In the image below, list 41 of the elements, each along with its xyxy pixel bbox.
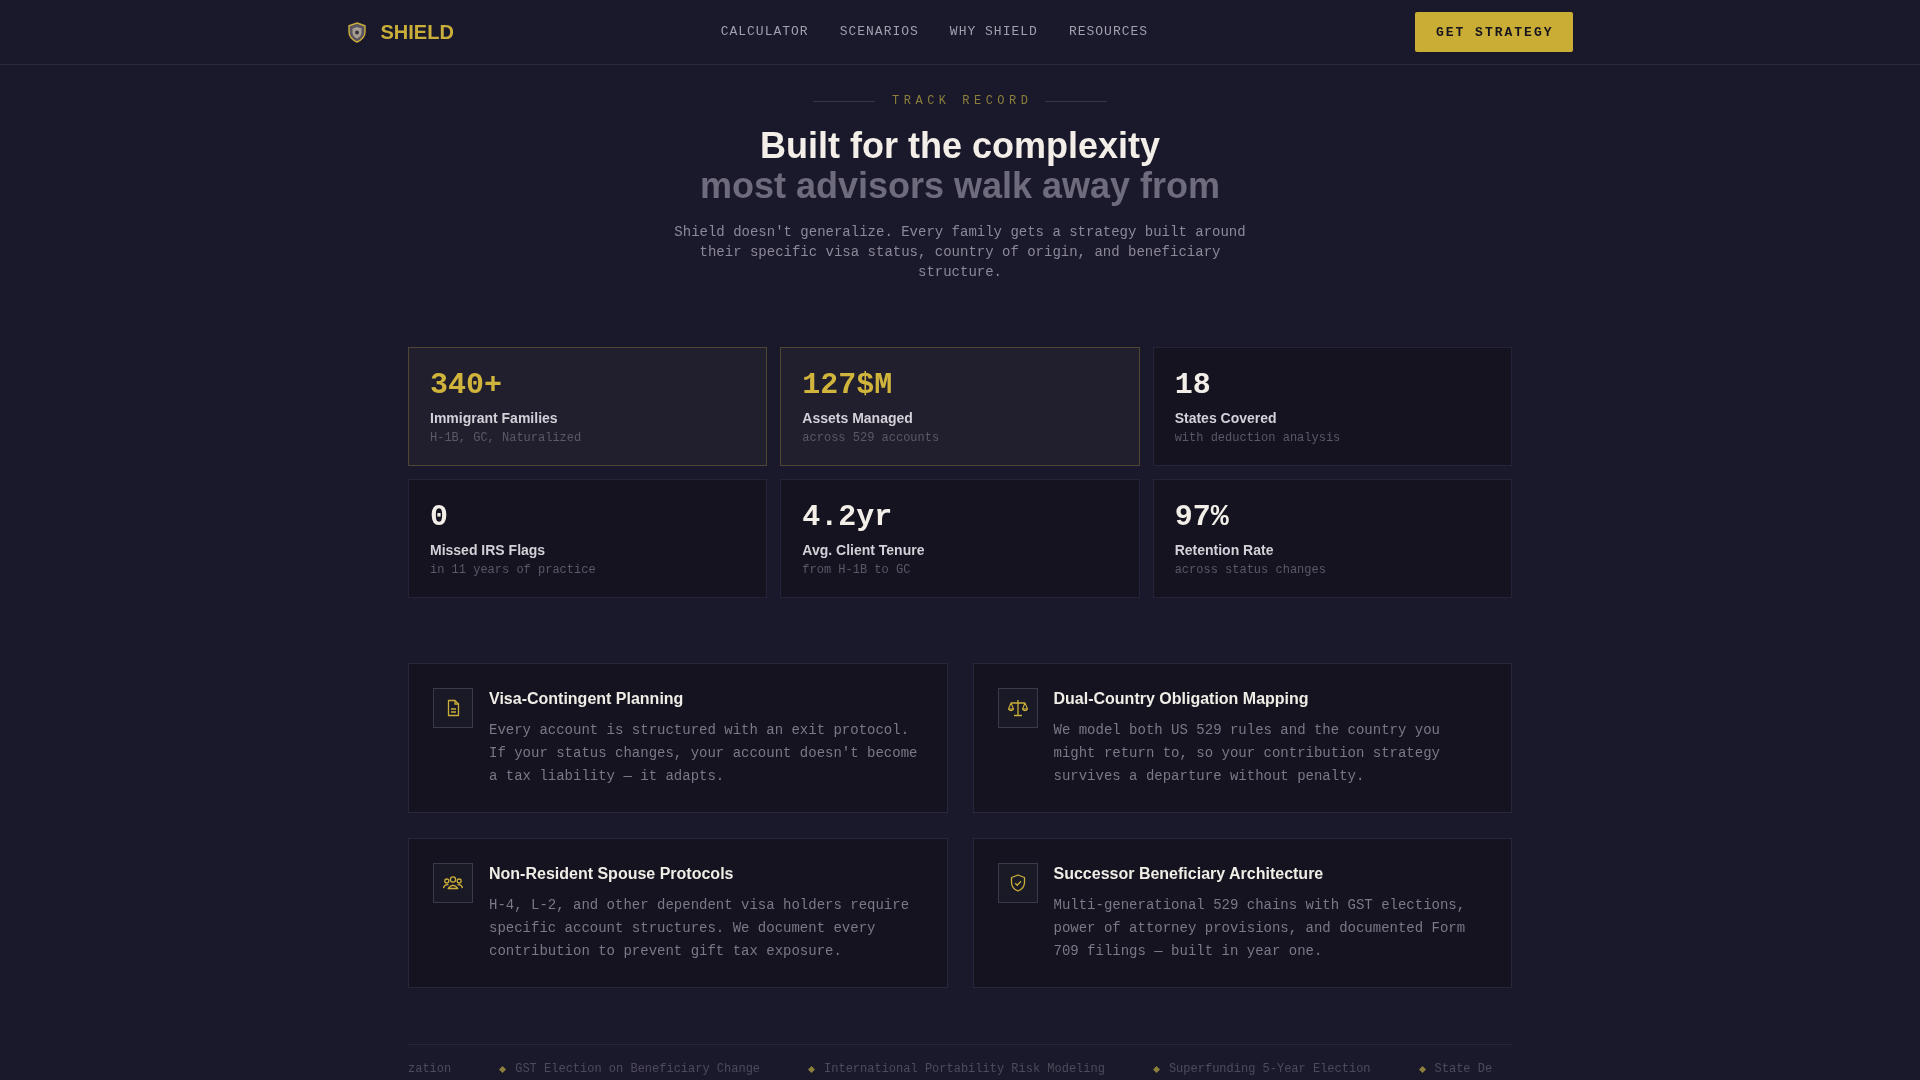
cta-button[interactable]: GET STRATEGY (1414, 12, 1573, 52)
section-eyebrow: TRACK RECORD (891, 93, 1033, 109)
brand-name[interactable]: SHIELD (380, 20, 454, 44)
feature-title: Non-Resident Spouse Protocols (489, 864, 735, 884)
stat-detail: across 529 accounts (802, 430, 941, 446)
feature-description: We model both US 529 rules and the country you might return to, so your contribution strategy survives a departure without penalty. (1053, 721, 1441, 786)
stat-detail: H-1B, GC, Naturalized (430, 430, 583, 446)
feature-description: Multi-generational 529 chains with GST elections, power of attorney provisions, and documented Form 709 filings — built in year one. (1053, 896, 1467, 961)
section-description: Shield doesn't generalize. Every family gets a strategy built around their specific visa status, country of origin, and beneficiary structure. (673, 223, 1247, 282)
section-heading: Built for the complexity (758, 126, 1161, 166)
feature-title: Visa-Contingent Planning (489, 689, 685, 709)
stat-detail: across status changes (1174, 562, 1327, 578)
nav-link[interactable]: SCENARIOS (839, 24, 919, 40)
stat-value: 18 (1174, 367, 1212, 403)
nav-link[interactable]: RESOURCES (1068, 24, 1149, 40)
feature-description: H-4, L-2, and other dependent visa holders require specific account structures. We document every contribution to prevent gift tax exposure. (489, 896, 911, 961)
stat-detail: from H-1B to GC (802, 562, 912, 578)
shield-logo-icon (347, 21, 366, 43)
stat-label: Assets Managed (802, 409, 914, 427)
stat-label: Avg. Client Tenure (802, 541, 926, 559)
feature-title: Dual-Country Obligation Mapping (1053, 689, 1310, 709)
shield-check-icon (997, 863, 1038, 903)
nav-link[interactable]: WHY SHIELD (949, 24, 1038, 40)
stat-label: Retention Rate (1174, 541, 1275, 559)
feature-description: Every account is structured with an exit protocol. If your status changes, your account doesn't become a tax liability — it adapts. (489, 721, 919, 786)
document-icon (433, 688, 473, 728)
stat-value: 4.2yr (802, 499, 894, 535)
stat-value: 0 (430, 499, 449, 535)
people-icon (433, 863, 473, 903)
nav-link[interactable]: CALCULATOR (720, 24, 809, 40)
stat-detail: in 11 years of practice (430, 562, 597, 578)
section-subheading: most advisors walk away from (698, 166, 1222, 206)
scales-icon (997, 688, 1038, 728)
feature-title: Successor Beneficiary Architecture (1053, 864, 1325, 884)
stat-label: Missed IRS Flags (430, 541, 547, 559)
stat-label: States Covered (1174, 409, 1278, 427)
stat-detail: with deduction analysis (1174, 430, 1342, 446)
stat-value: 97% (1174, 499, 1230, 535)
stat-label: Immigrant Families (430, 409, 559, 427)
stat-value: 340+ (430, 367, 503, 403)
stat-value: 127$M (802, 367, 894, 403)
